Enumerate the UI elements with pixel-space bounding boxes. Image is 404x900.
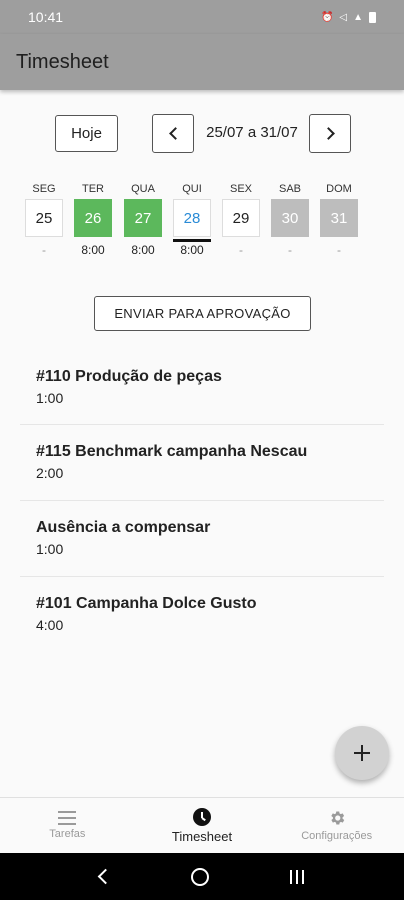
list-item[interactable]: Ausência a compensar 1:00 — [0, 519, 404, 595]
page-title: Timesheet — [16, 50, 109, 73]
system-nav-bar — [0, 853, 404, 900]
list-item[interactable]: #110 Produção de peças 1:00 — [0, 368, 404, 444]
send-for-approval-button[interactable]: ENVIAR PARA APROVAÇÃO — [94, 296, 311, 331]
day-box[interactable]: 31 — [320, 199, 358, 237]
day-underline — [271, 239, 309, 242]
divider — [20, 500, 384, 501]
plus-icon — [354, 745, 370, 761]
day-hours: - — [288, 243, 292, 257]
chevron-right-icon — [321, 127, 335, 140]
day-hours: 8:00 — [81, 243, 105, 257]
day-name: SEG — [32, 183, 56, 195]
entry-time: 1:00 — [36, 541, 64, 557]
entry-title: #110 Produção de peças — [36, 368, 222, 385]
day-box[interactable]: 28 — [173, 199, 211, 237]
divider — [20, 424, 384, 425]
entry-time: 4:00 — [36, 617, 64, 633]
status-bar: 10:41 ⏰ ◁ ▲ — [0, 0, 404, 34]
day-column-sun[interactable]: DOM 31 - — [319, 183, 359, 257]
home-icon[interactable] — [191, 867, 210, 886]
day-column-tue[interactable]: TER 26 8:00 — [73, 183, 113, 257]
entry-title: Ausência a compensar — [36, 519, 211, 536]
next-week-button[interactable] — [309, 114, 351, 153]
list-icon — [58, 811, 77, 825]
day-name: SAB — [278, 183, 301, 195]
back-icon[interactable] — [97, 868, 114, 885]
nav-item-timesheet[interactable]: Timesheet — [135, 798, 270, 853]
day-box[interactable]: 27 — [124, 199, 162, 237]
day-hours: - — [239, 243, 243, 257]
day-hours: - — [337, 243, 341, 257]
mute-icon: ◁ — [339, 11, 348, 23]
day-box[interactable]: 25 — [25, 199, 63, 237]
day-column-mon[interactable]: SEG 25 - — [24, 183, 64, 257]
day-column-thu[interactable]: QUI 28 8:00 — [172, 183, 212, 257]
day-column-sat[interactable]: SAB 30 - — [270, 183, 310, 257]
nav-item-configuracoes[interactable]: Configurações — [269, 798, 404, 853]
selected-day-indicator — [173, 239, 211, 242]
gear-icon — [330, 811, 344, 825]
nav-label: Timesheet — [171, 828, 233, 844]
nav-label: Tarefas — [49, 828, 86, 840]
day-hours: 8:00 — [180, 243, 204, 257]
entry-title: #101 Campanha Dolce Gusto — [36, 595, 257, 612]
day-box[interactable]: 26 — [74, 199, 112, 237]
bottom-nav: Tarefas Timesheet Configurações — [0, 797, 404, 853]
day-column-wed[interactable]: QUA 27 8:00 — [123, 183, 163, 257]
day-box[interactable]: 29 — [222, 199, 260, 237]
day-underline — [320, 239, 358, 242]
day-name: TER — [82, 183, 104, 195]
day-underline — [124, 239, 162, 242]
day-name: DOM — [326, 183, 352, 195]
day-name: QUI — [182, 183, 202, 195]
divider — [20, 576, 384, 577]
day-name: QUA — [131, 183, 155, 195]
day-underline — [222, 239, 260, 242]
nav-label: Configurações — [301, 830, 373, 842]
list-item[interactable]: #115 Benchmark campanha Nescau 2:00 — [0, 443, 404, 519]
list-item[interactable]: #101 Campanha Dolce Gusto 4:00 — [0, 595, 404, 671]
nav-item-tarefas[interactable]: Tarefas — [0, 798, 135, 853]
recent-apps-icon[interactable] — [289, 869, 304, 884]
day-hours: 8:00 — [131, 243, 155, 257]
previous-week-button[interactable] — [152, 114, 194, 153]
entry-title: #115 Benchmark campanha Nescau — [36, 443, 308, 460]
app-bar: Timesheet — [0, 34, 404, 90]
week-range: 25/07 a 31/07 — [206, 124, 298, 141]
day-name: SEX — [229, 183, 252, 195]
alarm-icon: ⏰ — [320, 11, 334, 23]
status-time: 10:41 — [28, 9, 64, 25]
entry-time: 1:00 — [36, 390, 64, 406]
signal-icon: ▲ — [353, 11, 363, 23]
day-column-fri[interactable]: SEX 29 - — [221, 183, 261, 257]
battery-icon — [369, 11, 376, 23]
day-hours: - — [42, 243, 46, 257]
add-entry-button[interactable] — [335, 726, 389, 780]
today-button[interactable]: Hoje — [55, 115, 118, 152]
status-icons: ⏰ ◁ ▲ — [320, 11, 376, 23]
day-underline — [74, 239, 112, 242]
chevron-left-icon — [168, 127, 182, 140]
day-box[interactable]: 30 — [271, 199, 309, 237]
clock-icon — [193, 807, 211, 826]
entry-time: 2:00 — [36, 465, 64, 481]
day-underline — [25, 239, 63, 242]
